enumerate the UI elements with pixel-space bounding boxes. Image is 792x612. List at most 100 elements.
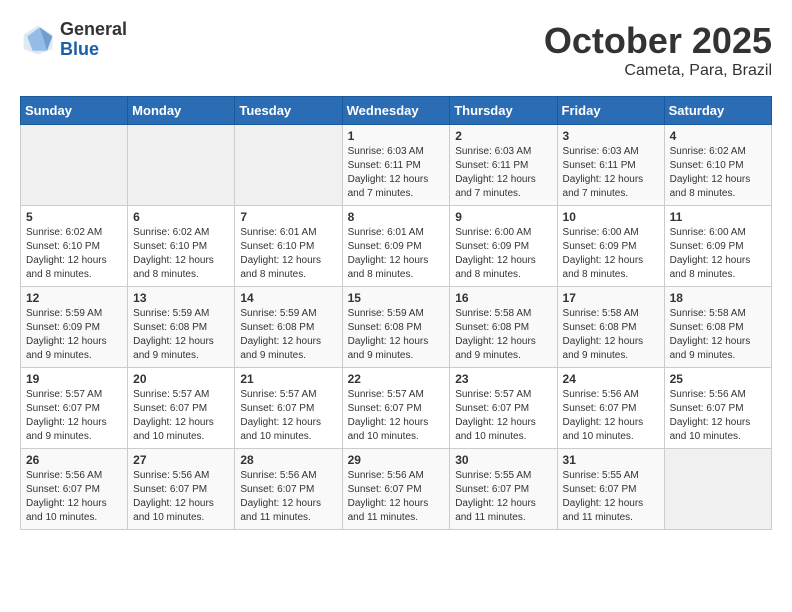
weekday-header-friday: Friday [557, 97, 664, 125]
day-cell: 3 Sunrise: 6:03 AMSunset: 6:11 PMDaylight… [557, 125, 664, 206]
day-number: 23 [455, 372, 551, 386]
day-content: Sunrise: 6:00 AMSunset: 6:09 PMDaylight:… [670, 226, 766, 282]
day-content: Sunrise: 6:02 AMSunset: 6:10 PMDaylight:… [670, 145, 766, 201]
day-content: Sunrise: 5:56 AMSunset: 6:07 PMDaylight:… [563, 388, 659, 444]
day-number: 6 [133, 210, 229, 224]
day-content: Sunrise: 5:59 AMSunset: 6:08 PMDaylight:… [240, 307, 336, 363]
week-row-2: 5 Sunrise: 6:02 AMSunset: 6:10 PMDaylight… [21, 206, 772, 287]
day-number: 1 [348, 129, 445, 143]
weekday-header-row: SundayMondayTuesdayWednesdayThursdayFrid… [21, 97, 772, 125]
weekday-header-tuesday: Tuesday [235, 97, 342, 125]
day-number: 12 [26, 291, 122, 305]
day-number: 22 [348, 372, 445, 386]
day-cell: 6 Sunrise: 6:02 AMSunset: 6:10 PMDaylight… [128, 206, 235, 287]
week-row-4: 19 Sunrise: 5:57 AMSunset: 6:07 PMDayligh… [21, 368, 772, 449]
day-number: 21 [240, 372, 336, 386]
day-cell: 29 Sunrise: 5:56 AMSunset: 6:07 PMDayligh… [342, 449, 450, 530]
day-number: 24 [563, 372, 659, 386]
day-content: Sunrise: 5:55 AMSunset: 6:07 PMDaylight:… [455, 469, 551, 525]
logo: General Blue [20, 20, 127, 60]
calendar: SundayMondayTuesdayWednesdayThursdayFrid… [20, 96, 772, 530]
day-number: 9 [455, 210, 551, 224]
day-content: Sunrise: 6:01 AMSunset: 6:09 PMDaylight:… [348, 226, 445, 282]
day-content: Sunrise: 5:56 AMSunset: 6:07 PMDaylight:… [348, 469, 445, 525]
day-content: Sunrise: 6:03 AMSunset: 6:11 PMDaylight:… [563, 145, 659, 201]
day-number: 25 [670, 372, 766, 386]
day-number: 10 [563, 210, 659, 224]
day-cell: 7 Sunrise: 6:01 AMSunset: 6:10 PMDaylight… [235, 206, 342, 287]
month-title: October 2025 [544, 20, 772, 62]
day-cell: 14 Sunrise: 5:59 AMSunset: 6:08 PMDayligh… [235, 287, 342, 368]
title-block: October 2025 Cameta, Para, Brazil [544, 20, 772, 80]
day-content: Sunrise: 5:57 AMSunset: 6:07 PMDaylight:… [240, 388, 336, 444]
day-cell: 17 Sunrise: 5:58 AMSunset: 6:08 PMDayligh… [557, 287, 664, 368]
day-number: 5 [26, 210, 122, 224]
day-content: Sunrise: 5:57 AMSunset: 6:07 PMDaylight:… [348, 388, 445, 444]
day-number: 17 [563, 291, 659, 305]
day-content: Sunrise: 5:59 AMSunset: 6:08 PMDaylight:… [133, 307, 229, 363]
day-cell: 12 Sunrise: 5:59 AMSunset: 6:09 PMDayligh… [21, 287, 128, 368]
day-number: 19 [26, 372, 122, 386]
day-cell: 27Sunrise: 5:56 AMSunset: 6:07 PMDayligh… [128, 449, 235, 530]
day-content: Sunrise: 6:01 AMSunset: 6:10 PMDaylight:… [240, 226, 336, 282]
day-number: 20 [133, 372, 229, 386]
day-number: 26 [26, 453, 122, 467]
day-content: Sunrise: 5:58 AMSunset: 6:08 PMDaylight:… [670, 307, 766, 363]
day-number: 7 [240, 210, 336, 224]
day-content: Sunrise: 5:57 AMSunset: 6:07 PMDaylight:… [26, 388, 122, 444]
day-cell: 23 Sunrise: 5:57 AMSunset: 6:07 PMDayligh… [450, 368, 557, 449]
week-row-5: 26 Sunrise: 5:56 AMSunset: 6:07 PMDayligh… [21, 449, 772, 530]
day-cell: 5 Sunrise: 6:02 AMSunset: 6:10 PMDaylight… [21, 206, 128, 287]
day-number: 30 [455, 453, 551, 467]
day-cell: 4 Sunrise: 6:02 AMSunset: 6:10 PMDaylight… [664, 125, 771, 206]
weekday-header-thursday: Thursday [450, 97, 557, 125]
day-number: 8 [348, 210, 445, 224]
weekday-header-wednesday: Wednesday [342, 97, 450, 125]
weekday-header-saturday: Saturday [664, 97, 771, 125]
day-cell: 25Sunrise: 5:56 AMSunset: 6:07 PMDayligh… [664, 368, 771, 449]
day-content: Sunrise: 6:00 AMSunset: 6:09 PMDaylight:… [563, 226, 659, 282]
day-content: Sunrise: 5:59 AMSunset: 6:09 PMDaylight:… [26, 307, 122, 363]
day-cell: 28Sunrise: 5:56 AMSunset: 6:07 PMDayligh… [235, 449, 342, 530]
day-cell: 13 Sunrise: 5:59 AMSunset: 6:08 PMDayligh… [128, 287, 235, 368]
day-content: Sunrise: 6:03 AMSunset: 6:11 PMDaylight:… [348, 145, 445, 201]
day-cell: 1 Sunrise: 6:03 AMSunset: 6:11 PMDaylight… [342, 125, 450, 206]
day-cell [235, 125, 342, 206]
day-cell: 20 Sunrise: 5:57 AMSunset: 6:07 PMDayligh… [128, 368, 235, 449]
day-number: 15 [348, 291, 445, 305]
day-cell: 31Sunrise: 5:55 AMSunset: 6:07 PMDayligh… [557, 449, 664, 530]
weekday-header-monday: Monday [128, 97, 235, 125]
day-content: Sunrise: 5:58 AMSunset: 6:08 PMDaylight:… [563, 307, 659, 363]
day-cell: 18Sunrise: 5:58 AMSunset: 6:08 PMDayligh… [664, 287, 771, 368]
page-header: General Blue October 2025 Cameta, Para, … [20, 20, 772, 80]
day-number: 16 [455, 291, 551, 305]
day-content: Sunrise: 5:58 AMSunset: 6:08 PMDaylight:… [455, 307, 551, 363]
day-cell: 16 Sunrise: 5:58 AMSunset: 6:08 PMDayligh… [450, 287, 557, 368]
day-number: 4 [670, 129, 766, 143]
day-content: Sunrise: 6:02 AMSunset: 6:10 PMDaylight:… [26, 226, 122, 282]
day-number: 13 [133, 291, 229, 305]
day-content: Sunrise: 5:57 AMSunset: 6:07 PMDaylight:… [455, 388, 551, 444]
day-cell: 9Sunrise: 6:00 AMSunset: 6:09 PMDaylight… [450, 206, 557, 287]
logo-general: General [60, 20, 127, 40]
weekday-header-sunday: Sunday [21, 97, 128, 125]
day-number: 28 [240, 453, 336, 467]
day-number: 2 [455, 129, 551, 143]
logo-text: General Blue [60, 20, 127, 60]
logo-icon [20, 22, 56, 58]
day-content: Sunrise: 6:03 AMSunset: 6:11 PMDaylight:… [455, 145, 551, 201]
day-cell: 22 Sunrise: 5:57 AMSunset: 6:07 PMDayligh… [342, 368, 450, 449]
day-number: 27 [133, 453, 229, 467]
day-content: Sunrise: 6:02 AMSunset: 6:10 PMDaylight:… [133, 226, 229, 282]
logo-blue: Blue [60, 40, 127, 60]
location: Cameta, Para, Brazil [544, 62, 772, 80]
day-content: Sunrise: 5:56 AMSunset: 6:07 PMDaylight:… [26, 469, 122, 525]
day-content: Sunrise: 5:57 AMSunset: 6:07 PMDaylight:… [133, 388, 229, 444]
day-cell: 26 Sunrise: 5:56 AMSunset: 6:07 PMDayligh… [21, 449, 128, 530]
day-cell [128, 125, 235, 206]
day-number: 29 [348, 453, 445, 467]
day-cell [664, 449, 771, 530]
day-cell: 8 Sunrise: 6:01 AMSunset: 6:09 PMDaylight… [342, 206, 450, 287]
day-number: 14 [240, 291, 336, 305]
day-number: 3 [563, 129, 659, 143]
